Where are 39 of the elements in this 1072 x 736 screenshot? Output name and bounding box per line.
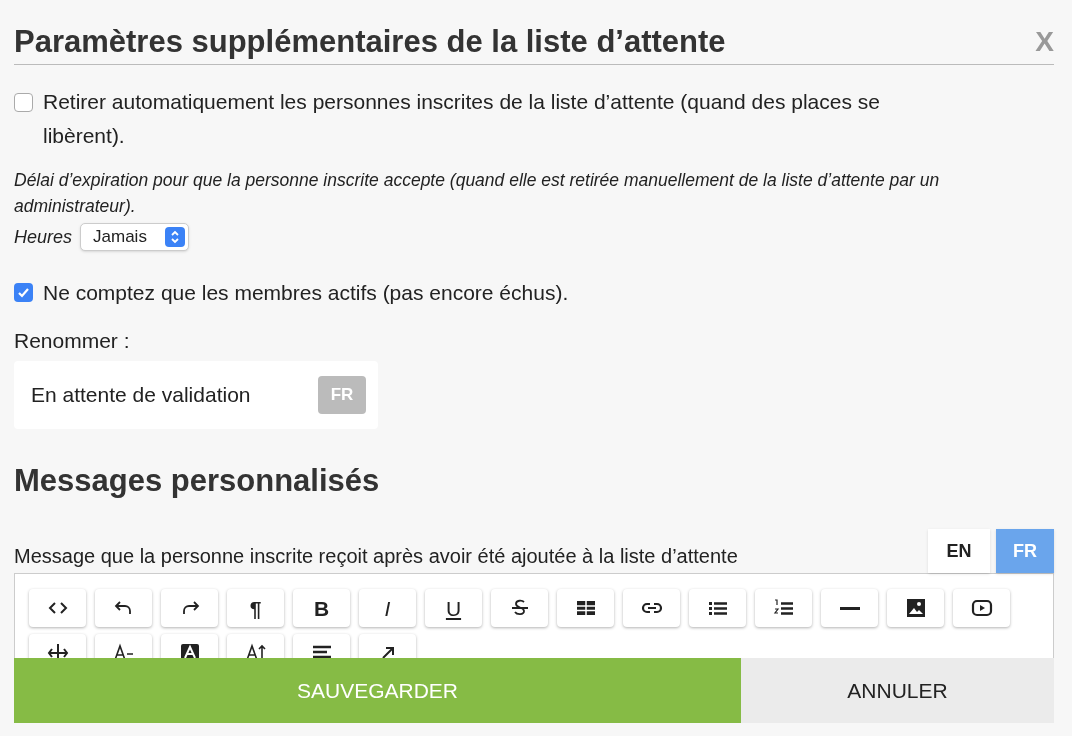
line-height-icon	[244, 642, 267, 658]
dialog-title: Paramètres supplémentaires de la liste d’attente	[14, 23, 726, 61]
font-size-icon	[112, 642, 135, 658]
toolbar-button[interactable]	[557, 589, 614, 627]
toolbar-button[interactable]: U	[425, 589, 482, 627]
section-heading: Messages personnalisés	[14, 462, 381, 500]
cancel-button[interactable]: ANNULER	[741, 658, 1054, 723]
text-color-icon	[178, 642, 201, 658]
checkbox[interactable]	[14, 93, 33, 112]
toolbar-button[interactable]	[953, 589, 1010, 627]
select-field[interactable]: Jamais	[80, 223, 189, 251]
toolbar-button[interactable]	[887, 589, 944, 627]
toolbar-button[interactable]: ¶	[227, 589, 284, 627]
arrows-icon	[46, 642, 69, 658]
field-label: Renommer :	[14, 328, 131, 354]
horizontal-rule-icon	[838, 606, 861, 610]
chevrons-icon	[169, 230, 180, 244]
checkbox-label: Ne comptez que les membres actifs (pas encore échus).	[43, 280, 569, 306]
toolbar-button[interactable]	[161, 589, 218, 627]
language-tab[interactable]: EN	[928, 529, 990, 573]
toolbar-button[interactable]	[491, 589, 548, 627]
field-label: Message que la personne inscrite reçoit après avoir été ajoutée à la liste d’attente	[14, 544, 738, 569]
field-label: Heures	[14, 225, 73, 249]
toolbar-button[interactable]: B	[293, 589, 350, 627]
toolbar-button[interactable]	[29, 589, 86, 627]
toolbar-button[interactable]	[689, 589, 746, 627]
checkbox[interactable]	[14, 283, 33, 302]
checkbox-label: Retirer automatiquement les personnes inscrites de la liste d’attente (quand des places se libèrent).	[43, 89, 881, 149]
language-badge: FR	[318, 376, 366, 414]
toolbar-button[interactable]	[95, 589, 152, 627]
toolbar-button[interactable]: I	[359, 589, 416, 627]
video-icon	[970, 597, 993, 619]
text-field[interactable]: En attente de validation FR	[14, 361, 378, 429]
toolbar-button[interactable]	[755, 589, 812, 627]
help-text: Délai d’expiration pour que la personne inscrite accepte (quand elle est retirée manuellement de la liste d’attente par un administrateur).	[14, 169, 941, 218]
toolbar-button[interactable]	[821, 589, 878, 627]
check-icon	[17, 286, 30, 299]
image-icon	[904, 597, 927, 619]
toolbar-button[interactable]	[623, 589, 680, 627]
